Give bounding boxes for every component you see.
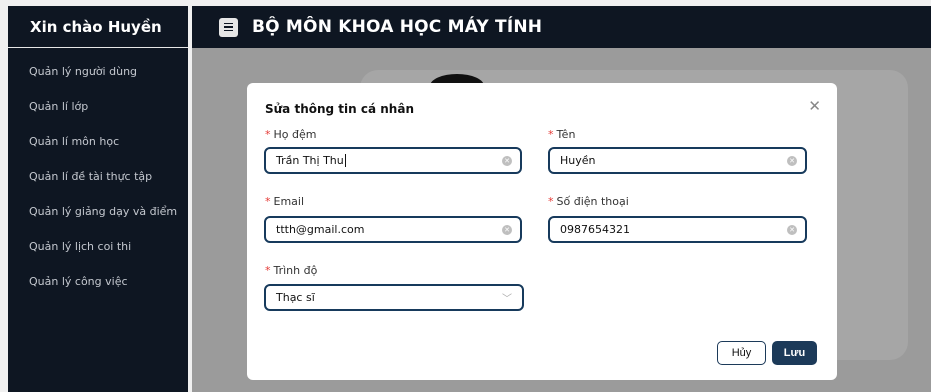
clear-icon[interactable]: ✕ <box>502 155 512 166</box>
ten-label: * Tên <box>548 128 576 141</box>
sidebar-item-exam-schedule[interactable]: Quản lý lịch coi thi <box>8 229 188 264</box>
clear-icon[interactable]: ✕ <box>502 224 512 235</box>
sidebar-item-user-management[interactable]: Quản lý người dùng <box>8 54 188 89</box>
email-input[interactable]: ttth@gmail.com ✕ <box>264 216 522 243</box>
ho-dem-label: * Họ đệm <box>265 128 317 141</box>
sidebar-item-internship-topics[interactable]: Quản lí đề tài thực tập <box>8 159 188 194</box>
edit-profile-modal: Sửa thông tin cá nhân ✕ * Họ đệm Trần Thị… <box>247 83 837 380</box>
trinh-do-select[interactable]: Thạc sĩ ﹀ <box>264 284 524 311</box>
sidebar-item-course-management[interactable]: Quản lí môn học <box>8 124 188 159</box>
modal-title: Sửa thông tin cá nhân <box>265 102 414 116</box>
trinh-do-label: * Trình độ <box>265 264 318 277</box>
chevron-down-icon: ﹀ <box>502 294 512 305</box>
phone-label: * Số điện thoại <box>548 195 629 208</box>
clear-icon[interactable]: ✕ <box>787 224 797 235</box>
sidebar-item-class-management[interactable]: Quản lí lớp <box>8 89 188 124</box>
sidebar-item-teaching-grades[interactable]: Quản lý giảng dạy và điểm <box>8 194 188 229</box>
phone-input[interactable]: 0987654321 ✕ <box>548 216 807 243</box>
ho-dem-input[interactable]: Trần Thị Thu ✕ <box>264 147 522 174</box>
sidebar-greeting: Xin chào Huyền <box>8 6 188 48</box>
ten-input[interactable]: Huyền ✕ <box>548 147 807 174</box>
close-icon[interactable]: ✕ <box>808 97 821 115</box>
email-label: * Email <box>265 195 305 208</box>
sidebar-item-work-management[interactable]: Quản lý công việc <box>8 264 188 299</box>
sidebar-menu: Quản lý người dùng Quản lí lớp Quản lí m… <box>8 48 188 299</box>
topbar: BỘ MÔN KHOA HỌC MÁY TÍNH <box>192 6 931 48</box>
clear-icon[interactable]: ✕ <box>787 155 797 166</box>
sidebar: Xin chào Huyền Quản lý người dùng Quản l… <box>8 6 188 392</box>
menu-icon[interactable] <box>219 17 238 37</box>
save-button[interactable]: Lưu <box>772 341 817 365</box>
page-title: BỘ MÔN KHOA HỌC MÁY TÍNH <box>252 17 543 37</box>
cancel-button[interactable]: Hủy <box>717 341 766 365</box>
